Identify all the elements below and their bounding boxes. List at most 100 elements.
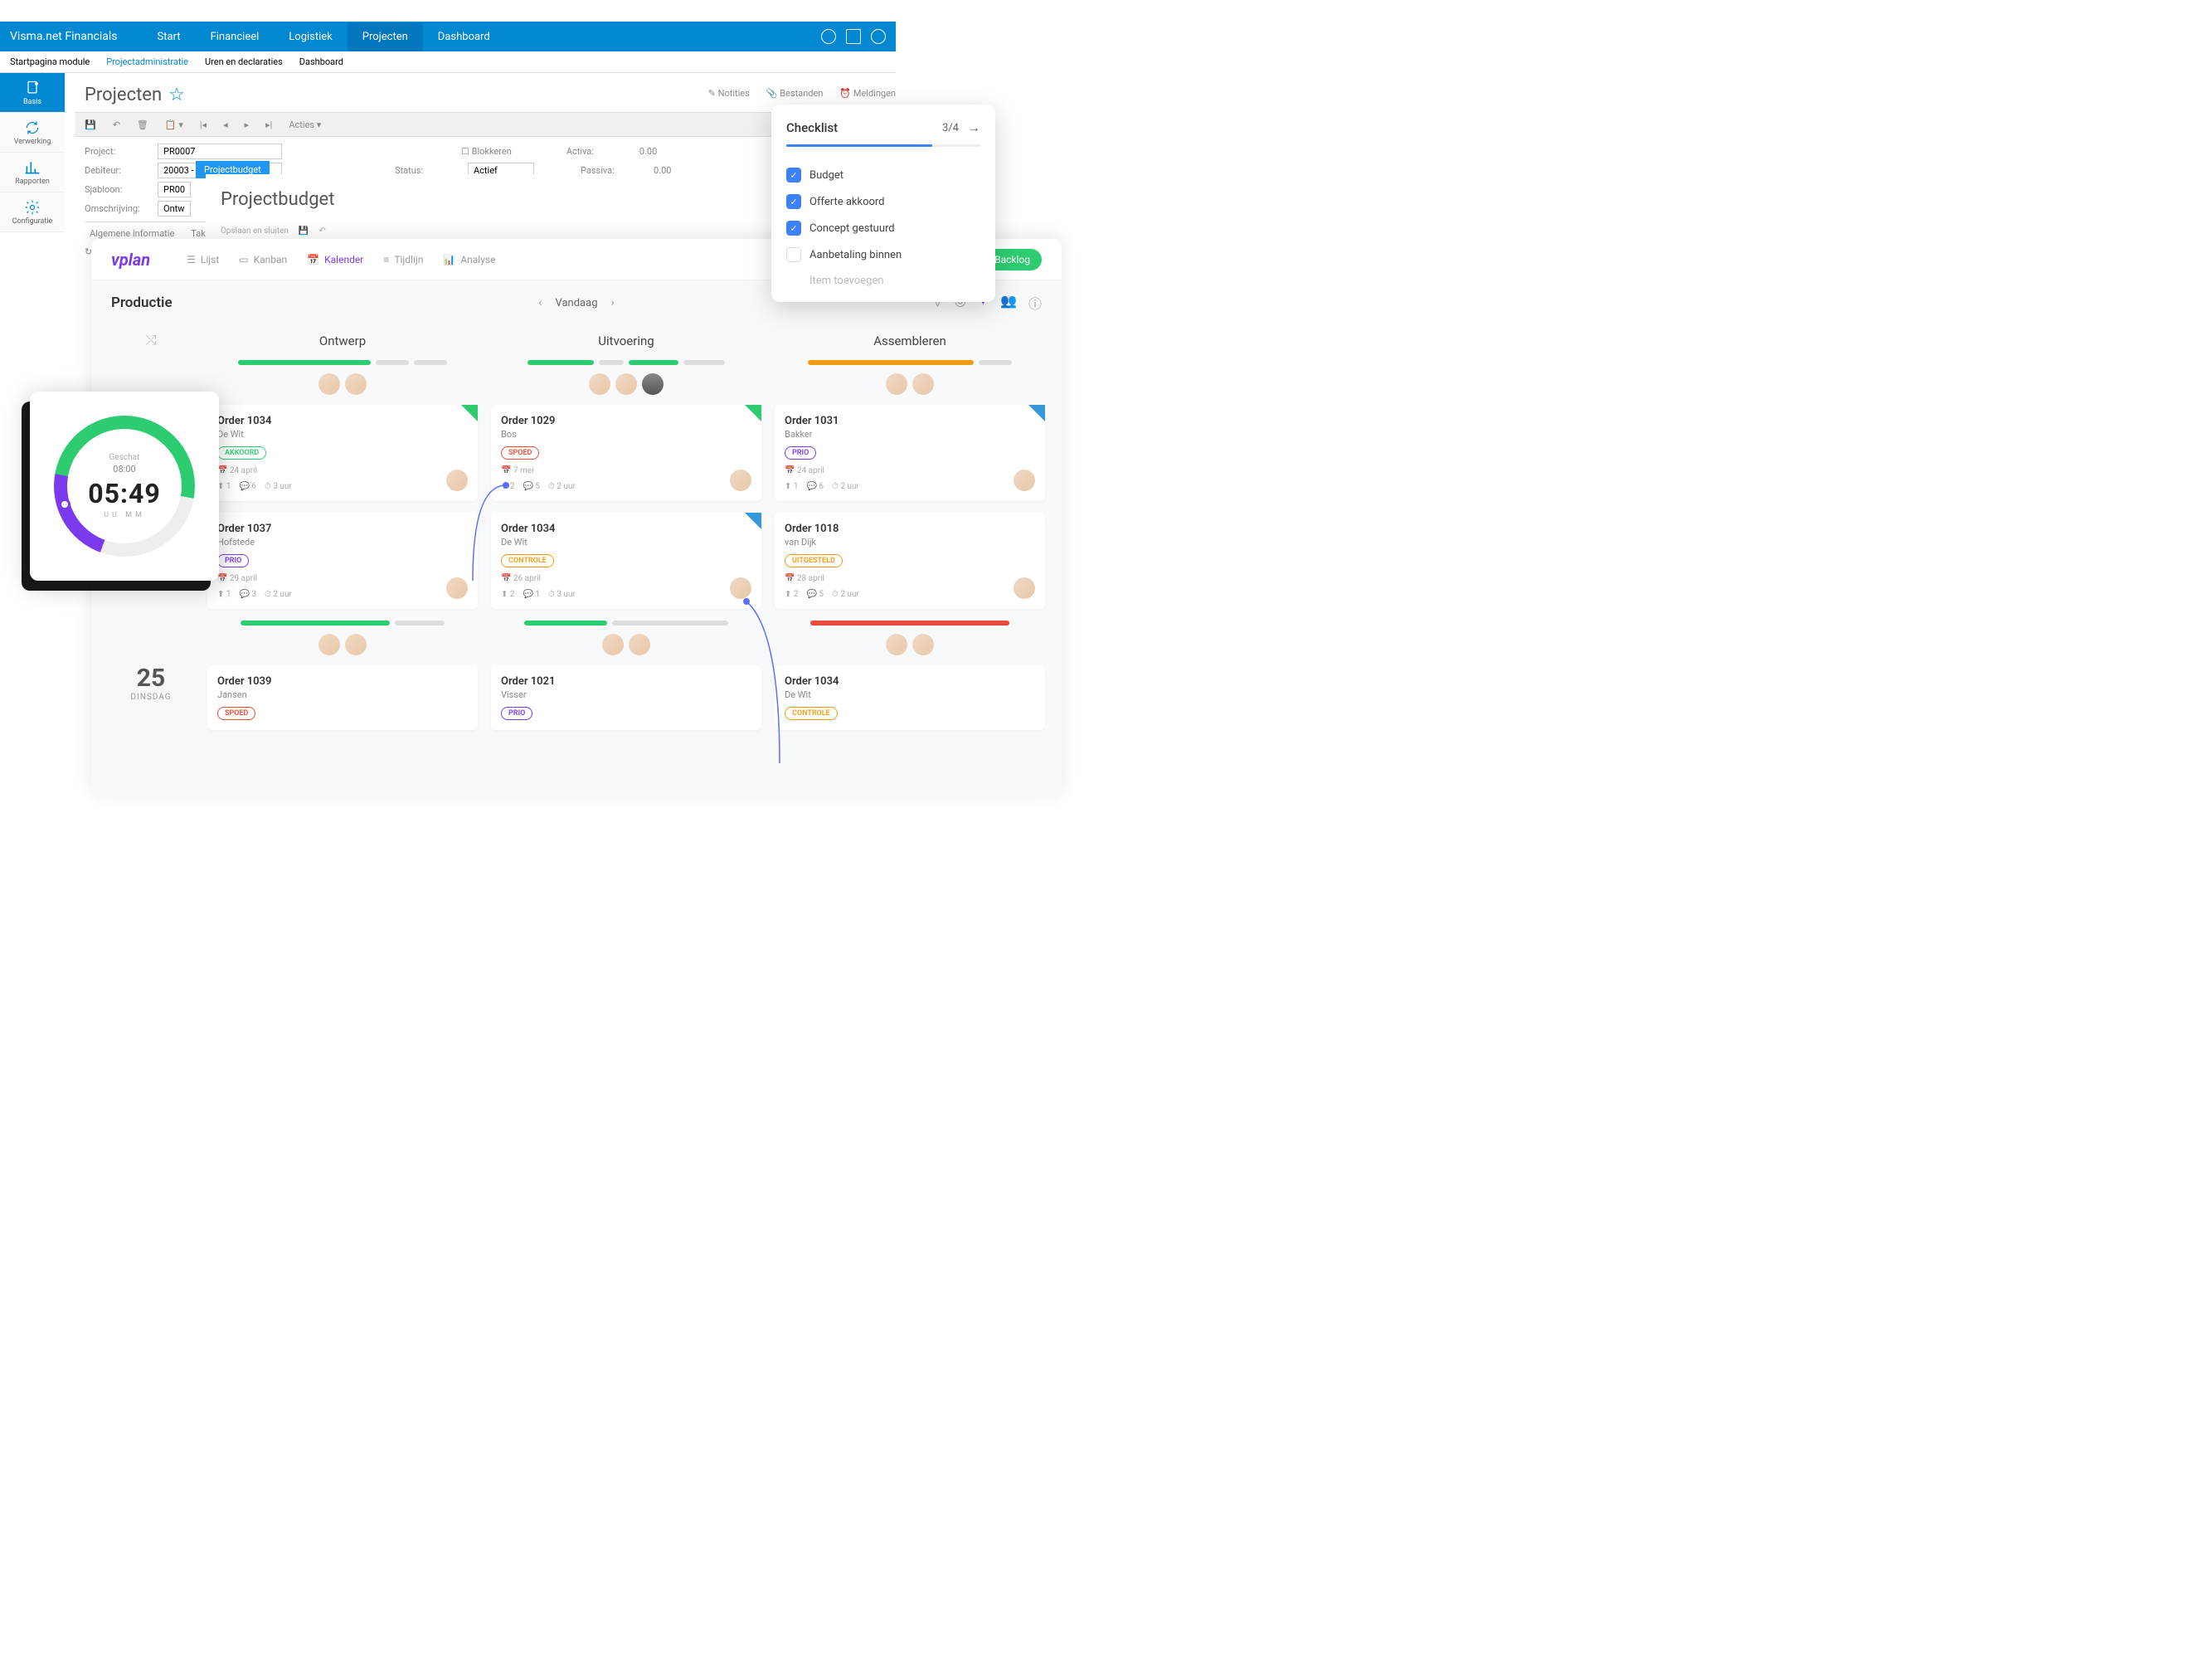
sidebar-item-rapporten[interactable]: Rapporten xyxy=(0,153,65,192)
checklist-item[interactable]: ✓ Budget xyxy=(786,162,980,188)
avatar[interactable] xyxy=(730,470,751,491)
avatar[interactable] xyxy=(318,373,340,395)
order-card[interactable]: Order 1034 De Wit CONTROLE xyxy=(775,665,1045,730)
nav-dashboard[interactable]: Dashboard xyxy=(423,22,505,51)
card-sub: Visser xyxy=(501,689,751,700)
subnav-projectadministratie[interactable]: Projectadministratie xyxy=(106,56,188,67)
debiteur-label: Debiteur: xyxy=(85,165,151,176)
checklist-add[interactable]: Item toevoegen xyxy=(786,275,980,287)
avatar[interactable] xyxy=(886,634,907,655)
save-icon[interactable]: 💾 xyxy=(299,226,309,236)
order-card[interactable]: Order 1037 Hofstede PRIO 📅 29 april ⬆ 1 … xyxy=(207,513,478,609)
avatar[interactable] xyxy=(730,577,751,599)
today-label[interactable]: Vandaag xyxy=(555,297,597,309)
omschrijving-label: Omschrijving: xyxy=(85,203,151,214)
save-icon[interactable]: 💾 xyxy=(85,119,96,130)
sjabloon-field[interactable] xyxy=(158,182,191,197)
prev-day[interactable]: ‹ xyxy=(538,296,542,309)
avatar[interactable] xyxy=(446,577,468,599)
subnav-uren[interactable]: Uren en declaraties xyxy=(205,56,283,67)
order-card[interactable]: Order 1021 Visser PRIO xyxy=(491,665,761,730)
checkbox-checked-icon[interactable]: ✓ xyxy=(786,221,801,236)
checklist-item[interactable]: ✓ Concept gestuurd xyxy=(786,215,980,241)
vplan-logo: vplan xyxy=(111,250,150,270)
checklist-item[interactable]: Aanbetaling binnen xyxy=(786,241,980,268)
nav-logistiek[interactable]: Logistiek xyxy=(274,22,347,51)
avatar[interactable] xyxy=(912,634,934,655)
acties-dropdown[interactable]: Acties ▾ xyxy=(289,119,321,130)
bestanden-link[interactable]: 📎 Bestanden xyxy=(766,88,824,99)
view-kalender[interactable]: 📅Kalender xyxy=(307,254,363,265)
avatar[interactable] xyxy=(446,470,468,491)
order-card[interactable]: Order 1034 De Wit AKKOORD 📅 24 april ⬆ 1… xyxy=(207,405,478,501)
avatar[interactable] xyxy=(1014,470,1035,491)
nav-projecten[interactable]: Projecten xyxy=(348,22,423,51)
view-kanban[interactable]: ▭Kanban xyxy=(239,254,287,265)
shuffle-icon[interactable]: ⤭ xyxy=(146,332,157,348)
subnav-dashboard[interactable]: Dashboard xyxy=(299,56,343,67)
first-icon[interactable]: |◂ xyxy=(200,119,207,130)
order-card[interactable]: Order 1034 De Wit CONTROLE 📅 26 april ⬆ … xyxy=(491,513,761,609)
sidebar-item-configuratie[interactable]: Configuratie xyxy=(0,192,65,232)
omschrijving-field[interactable] xyxy=(158,201,191,217)
avatar[interactable] xyxy=(345,373,367,395)
copy-icon[interactable]: 📋 ▾ xyxy=(165,119,183,130)
checklist-head: Checklist 3/4 → xyxy=(786,119,980,136)
user-icon[interactable] xyxy=(871,29,886,44)
card-tag: PRIO xyxy=(501,707,532,720)
checkbox-checked-icon[interactable]: ✓ xyxy=(786,168,801,183)
view-analyse[interactable]: 📊Analyse xyxy=(443,254,495,265)
avatar[interactable] xyxy=(642,373,664,395)
order-card[interactable]: Order 1031 Bakker PRIO 📅 24 april ⬆ 1 💬 … xyxy=(775,405,1045,501)
card-sub: De Wit xyxy=(785,689,1035,700)
blokkeren-checkbox[interactable]: ☐ Blokkeren xyxy=(461,146,512,157)
undo-icon[interactable]: ↶ xyxy=(318,226,325,236)
delete-icon[interactable]: 🗑 xyxy=(137,119,148,130)
subnav-startpagina[interactable]: Startpagina module xyxy=(10,56,90,67)
vplan-app: vplan ☰Lijst ▭Kanban 📅Kalender ≡Tijdlijn… xyxy=(91,239,1062,796)
save-close-link[interactable]: Opslaan en sluiten xyxy=(221,226,289,236)
prev-icon[interactable]: ◂ xyxy=(223,119,228,130)
checkbox-empty-icon[interactable] xyxy=(786,247,801,262)
avatars-row xyxy=(775,634,1045,655)
avatar[interactable] xyxy=(318,634,340,655)
avatar[interactable] xyxy=(912,373,934,395)
checkbox-checked-icon[interactable]: ✓ xyxy=(786,194,801,209)
order-card[interactable]: Order 1039 Jansen SPOED xyxy=(207,665,478,730)
nav-start[interactable]: Start xyxy=(143,22,196,51)
next-icon[interactable]: ▸ xyxy=(245,119,250,130)
timer-ring: Geschat 08:00 05:49 UU MM xyxy=(54,416,195,557)
timer-handle[interactable] xyxy=(59,499,70,510)
sidebar-item-basis[interactable]: Basis xyxy=(0,73,65,113)
view-tijdlijn[interactable]: ≡Tijdlijn xyxy=(383,254,423,265)
meldingen-link[interactable]: ⏰ Meldingen xyxy=(839,88,896,99)
nav-financieel[interactable]: Financieel xyxy=(196,22,275,51)
people-icon[interactable]: 👥 xyxy=(1000,293,1017,313)
sidebar-item-verwerking[interactable]: Verwerking xyxy=(0,113,65,153)
arrow-right-icon[interactable]: → xyxy=(967,119,980,136)
star-icon[interactable]: ☆ xyxy=(168,85,185,105)
card-title: Order 1031 xyxy=(785,415,1035,427)
order-card[interactable]: Order 1029 Bos SPOED 📅 7 mei ⬆ 2 💬 5 ⏱ 2… xyxy=(491,405,761,501)
order-card[interactable]: Order 1018 van Dijk UITGESTELD 📅 28 apri… xyxy=(775,513,1045,609)
avatar[interactable] xyxy=(602,634,624,655)
settings-icon[interactable] xyxy=(846,29,861,44)
avatar[interactable] xyxy=(589,373,610,395)
card-title: Order 1034 xyxy=(785,675,1035,688)
avatar[interactable] xyxy=(345,634,367,655)
project-field[interactable] xyxy=(158,144,282,159)
card-title: Order 1034 xyxy=(501,523,751,535)
notities-link[interactable]: ✎ Notities xyxy=(708,88,750,99)
avatar[interactable] xyxy=(615,373,637,395)
view-lijst[interactable]: ☰Lijst xyxy=(187,254,219,265)
next-day[interactable]: › xyxy=(611,296,615,309)
avatar[interactable] xyxy=(629,634,650,655)
help-icon[interactable] xyxy=(821,29,836,44)
visma-top-bar: Visma.net Financials Start Financieel Lo… xyxy=(0,22,896,51)
checklist-item[interactable]: ✓ Offerte akkoord xyxy=(786,188,980,215)
avatar[interactable] xyxy=(1014,577,1035,599)
last-icon[interactable]: ▸| xyxy=(265,119,272,130)
undo-icon[interactable]: ↶ xyxy=(113,119,120,130)
info-icon[interactable]: ⓘ xyxy=(1028,293,1042,313)
avatar[interactable] xyxy=(886,373,907,395)
